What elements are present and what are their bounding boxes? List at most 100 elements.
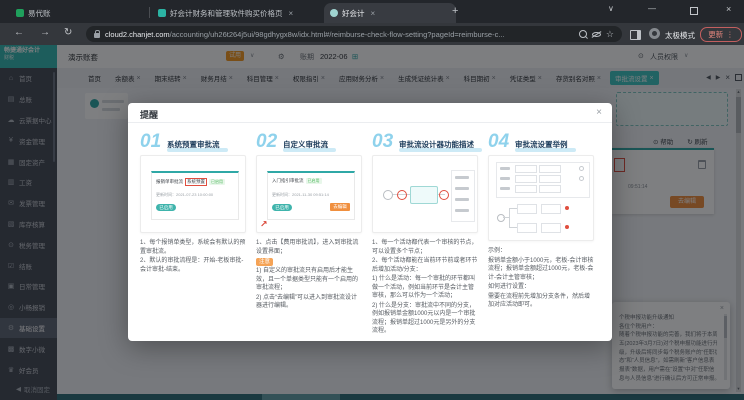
placeholder-bar bbox=[500, 177, 510, 180]
form-input bbox=[539, 175, 561, 183]
form-input bbox=[539, 185, 561, 193]
note-line: 1) 自定义的审批流只有启用后才能生效，且一个单据类型只能有一个启用的审批流程； bbox=[256, 267, 362, 293]
mini-flow-card: 入门指引审批流 已启用 更新时间：2021-11-30 09:51:14 已启用… bbox=[267, 171, 355, 220]
branch-node bbox=[541, 204, 561, 214]
tab-close-icon[interactable]: × bbox=[289, 9, 294, 18]
updated-time: 更新时间：2021-07-23 10:00:00 bbox=[156, 192, 213, 198]
browser-tab-title: 易代账 bbox=[28, 8, 51, 19]
note-line: 1) 什么是活动：每一个审批的环节都叫做一个活动，例如当前环节是会计主管审核，那… bbox=[372, 275, 478, 301]
howto-label: 如何进行设置： bbox=[488, 283, 594, 292]
red-dot bbox=[565, 206, 569, 210]
browser-tab-strip: 易代账 好会计财务和管理软件购买价格页 × 好会计 × + ∨ — × bbox=[0, 0, 744, 23]
step-number: 04 bbox=[488, 131, 509, 152]
modal-header: 提醒 × bbox=[128, 103, 612, 123]
flow-start-node bbox=[383, 190, 393, 200]
form-input bbox=[515, 185, 537, 193]
attention-badge: 注意 bbox=[256, 258, 273, 266]
branch-node bbox=[517, 223, 537, 233]
note-line: 1、每一个活动都代表一个审核的节点，可以设置多个节点； bbox=[372, 239, 478, 256]
form-input bbox=[515, 165, 537, 173]
forward-icon[interactable]: → bbox=[40, 28, 50, 38]
edit-button: 去编辑 bbox=[330, 203, 350, 211]
address-bar[interactable]: cloud2.chanjet.com/accounting/uh26t264j5… bbox=[86, 26, 622, 42]
reload-icon[interactable]: ↻ bbox=[64, 28, 72, 38]
note-line: 1、每个报销单类型，系统会有默认的预置审批流。 bbox=[140, 239, 246, 256]
extension-avatar-icon[interactable] bbox=[649, 28, 660, 39]
url-path: /accounting/uh26t264j5ui/98gdhygx8w/idx.… bbox=[170, 30, 505, 39]
step-title: 系统预置审批流 bbox=[167, 139, 220, 150]
branch-node bbox=[517, 204, 537, 214]
browser-tab-title: 好会计 bbox=[342, 8, 365, 19]
browser-tab-haokuaiji-active[interactable]: 好会计 × bbox=[324, 3, 456, 23]
browser-toolbar: ← → ↻ cloud2.chanjet.com/accounting/uh26… bbox=[0, 23, 744, 45]
url-text: cloud2.chanjet.com/accounting/uh26t264j5… bbox=[105, 30, 574, 39]
step-4-header: 04 审批流设置举例 bbox=[488, 131, 594, 155]
enabled-toggle: 已启用 bbox=[272, 204, 292, 211]
new-tab-button[interactable]: + bbox=[452, 5, 458, 17]
placeholder-bar bbox=[455, 198, 469, 201]
flow-name: 入门指引审批流 bbox=[272, 178, 304, 184]
browser-tab-haokuaiji-pricing[interactable]: 好会计财务和管理软件购买价格页 × bbox=[152, 3, 332, 23]
tab-close-icon[interactable]: × bbox=[371, 9, 376, 18]
note-line: 1、点击【费用审批流】，进入到审批流设置界面； bbox=[256, 239, 362, 256]
bookmark-star-icon[interactable]: ☆ bbox=[606, 29, 614, 40]
media-blocked-icon[interactable] bbox=[592, 30, 601, 38]
side-panel-icon[interactable] bbox=[630, 30, 641, 40]
update-button[interactable]: 更新 ⋮ bbox=[700, 27, 742, 42]
cloud-favicon-icon bbox=[330, 9, 338, 17]
browser-tab-yidaizhang[interactable]: 易代账 bbox=[10, 3, 158, 23]
placeholder-bar bbox=[455, 187, 469, 190]
step-4-screenshot bbox=[488, 155, 594, 241]
form-radio bbox=[579, 166, 584, 171]
secure-lock-icon bbox=[94, 33, 100, 38]
step-2-notes: 1、点击【费用审批流】，进入到审批流设置界面； 注意 1) 自定义的审批流只有启… bbox=[256, 239, 362, 311]
step-1-header: 01 系统预置审批流 bbox=[140, 131, 246, 155]
flow-start-node bbox=[497, 214, 505, 222]
step-number: 01 bbox=[140, 131, 161, 152]
form-input bbox=[539, 165, 561, 173]
update-label: 更新 bbox=[708, 29, 723, 40]
chanjet-favicon-icon bbox=[158, 9, 166, 17]
window-minimize-icon[interactable]: — bbox=[648, 4, 656, 13]
step-4-column: 04 审批流设置举例 bbox=[488, 131, 594, 311]
step-title: 自定义审批流 bbox=[283, 139, 328, 150]
step-1-screenshot: 报销单审批流 系统预置 已启用 更新时间：2021-07-23 10:00:00… bbox=[140, 155, 246, 233]
step-2-screenshot: 入门指引审批流 已启用 更新时间：2021-11-30 09:51:14 已启用… bbox=[256, 155, 362, 233]
step-1-notes: 1、每个报销单类型，系统会有默认的预置审批流。2、默认的审批流程是：开始-老板审… bbox=[140, 239, 246, 274]
red-highlight-ring bbox=[439, 190, 449, 200]
modal-title: 提醒 bbox=[140, 108, 158, 121]
kebab-menu-icon[interactable]: ⋮ bbox=[726, 30, 734, 39]
note-line: 2、默认的审批流程是：开始-老板审批-会计审批-结束。 bbox=[140, 257, 246, 274]
step-3-screenshot bbox=[372, 155, 478, 233]
reminder-modal: 提醒 × 01 系统预置审批流 报销单审批流 系统预置 已启用 更新时间：202… bbox=[128, 103, 612, 341]
step-title: 审批流设置举例 bbox=[515, 139, 568, 150]
mini-card-row: 报销单审批流 系统预置 已启用 bbox=[156, 178, 225, 186]
form-input bbox=[515, 175, 537, 183]
branch-line bbox=[509, 208, 510, 228]
step-number: 03 bbox=[372, 131, 393, 152]
step-title: 审批流设计器功能描述 bbox=[399, 139, 474, 150]
example-label: 示例： bbox=[488, 247, 594, 256]
red-arrow-icon: ↗ bbox=[260, 219, 268, 230]
placeholder-bar bbox=[500, 187, 510, 190]
modal-close-icon[interactable]: × bbox=[596, 107, 602, 118]
enabled-toggle: 已启用 bbox=[156, 204, 176, 211]
flow-activity-node bbox=[410, 186, 438, 204]
window-menu-icon[interactable]: ∨ bbox=[608, 4, 614, 13]
dark-mode-extension-label[interactable]: 太极模式 bbox=[665, 30, 695, 41]
zoom-icon[interactable] bbox=[579, 30, 587, 38]
back-icon[interactable]: ← bbox=[14, 28, 24, 38]
flow-name: 报销单审批流 bbox=[156, 179, 183, 185]
browser-tab-title: 好会计财务和管理软件购买价格页 bbox=[170, 8, 283, 19]
step-2-sub-notes: 1) 自定义的审批流只有启用后才能生效，且一个单据类型只能有一个启用的审批流程；… bbox=[256, 267, 362, 311]
placeholder-bar bbox=[455, 209, 469, 212]
note-line: 2、每个活动都能在当前环节前或者环节后增加活动/分支： bbox=[372, 257, 478, 274]
window-close-icon[interactable]: × bbox=[726, 4, 731, 14]
red-highlight-ring bbox=[397, 190, 407, 200]
window-restore-icon[interactable] bbox=[690, 7, 698, 15]
step-3-notes: 1、每一个活动都代表一个审核的节点，可以设置多个节点；2、每个活动都能在当前环节… bbox=[372, 239, 478, 336]
placeholder-bar bbox=[500, 167, 510, 170]
url-domain: cloud2.chanjet.com bbox=[105, 30, 170, 39]
mini-flow-card: 报销单审批流 系统预置 已启用 更新时间：2021-07-23 10:00:00… bbox=[151, 171, 239, 220]
step-4-notes: 示例： 报销单金额小于1000元，老板-会计审核流程；报销单金额超过1000元，… bbox=[488, 247, 594, 310]
